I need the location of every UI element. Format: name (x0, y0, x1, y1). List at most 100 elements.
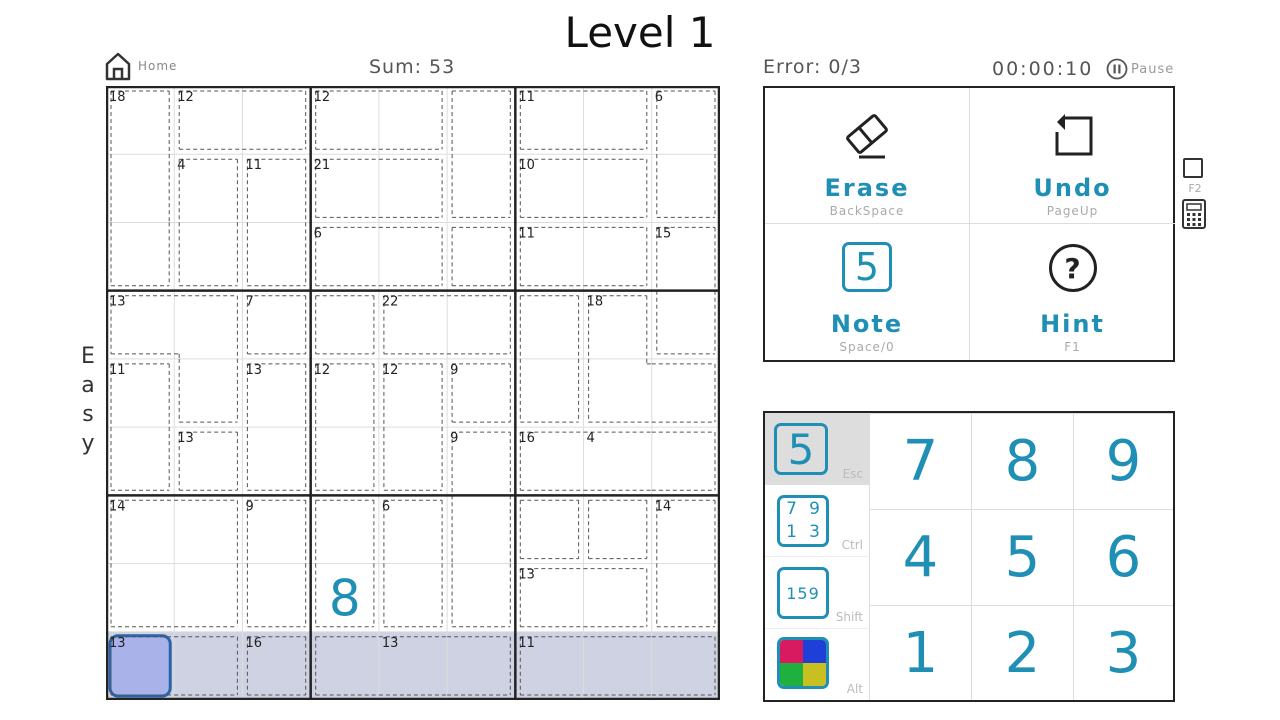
erase-label: Erase (824, 174, 910, 202)
difficulty-letter: E (81, 344, 95, 369)
alt-shortcut-label: Alt (846, 682, 863, 696)
digit-6-button[interactable]: 6 (1073, 509, 1173, 605)
cage-sum: 7 (245, 295, 253, 310)
cage-sum: 12 (314, 90, 331, 105)
home-label: Home (138, 59, 178, 73)
timer: 00:00:10 (992, 58, 1094, 80)
digit-1-button[interactable]: 1 (869, 605, 971, 700)
color-mode-icon (777, 637, 829, 689)
ctrl-shortcut-label: Ctrl (841, 538, 863, 552)
normal-mode-icon: 5 (774, 423, 828, 475)
color-mode-button[interactable]: Alt (765, 629, 869, 700)
difficulty-letter: y (81, 431, 95, 456)
pause-label: Pause (1131, 61, 1175, 77)
undo-shortcut: PageUp (1046, 204, 1099, 218)
candidate-mode-button[interactable]: 7 9 1 3 Ctrl (765, 485, 869, 557)
row-highlight (106, 631, 720, 700)
hint-button[interactable]: ? Hint F1 (970, 224, 1175, 360)
cage-sum: 22 (382, 295, 399, 310)
multi-mode-button[interactable]: 159 Shift (765, 557, 869, 629)
cage-sum: 12 (382, 363, 399, 378)
cage-sum: 11 (518, 226, 535, 241)
cage-sum: 11 (245, 158, 262, 173)
normal-mode-button[interactable]: 5 Esc (765, 413, 869, 485)
digit-7-button[interactable]: 7 (869, 413, 971, 509)
digit-9-button[interactable]: 9 (1073, 413, 1173, 509)
color-swatch (780, 640, 803, 663)
color-swatch (803, 640, 826, 663)
board-border (106, 86, 720, 700)
candidate-digit: 9 (809, 499, 820, 519)
candidate-digit: 1 (786, 522, 797, 542)
color-swatch (803, 663, 826, 686)
cage-sum: 13 (382, 636, 399, 651)
digit-4-button[interactable]: 4 (869, 509, 971, 605)
cage-sum: 13 (177, 431, 194, 446)
f2-shortcut-label: F2 (1188, 182, 1202, 195)
sudoku-board[interactable]: 18 12 12 11 6 4 11 21 10 6 11 15 13 7 22 18 11 13 12 12 9 13 9… (106, 86, 720, 700)
digit-5-button[interactable]: 5 (971, 509, 1073, 605)
cage-sum: 13 (518, 568, 535, 583)
number-pad: 5 Esc 7 9 1 3 Ctrl 159 Shift Alt 7 8 9 4… (763, 411, 1175, 702)
toggle-square-button[interactable] (1183, 158, 1203, 178)
cage-sum: 16 (245, 636, 262, 651)
page-title: Level 1 (564, 8, 716, 57)
cage-sum: 4 (587, 431, 595, 446)
cage-sum: 9 (245, 499, 253, 514)
undo-label: Undo (1033, 174, 1112, 202)
cage-sum: 12 (314, 363, 331, 378)
note-shortcut: Space/0 (839, 340, 895, 354)
cage-sum: 6 (314, 226, 322, 241)
cage-sum: 6 (655, 90, 663, 105)
cage-sum: 13 (109, 636, 126, 651)
cage-sum: 13 (245, 363, 262, 378)
hint-label: Hint (1040, 310, 1105, 338)
cage-sum: 16 (518, 431, 535, 446)
cage-sum: 21 (314, 158, 331, 173)
multi-mode-icon: 159 (777, 567, 829, 619)
candidate-mode-icon: 7 9 1 3 (777, 495, 829, 547)
digit-8-button[interactable]: 8 (971, 413, 1073, 509)
note-button[interactable]: 5 Note Space/0 (765, 224, 970, 360)
digit-3-button[interactable]: 3 (1073, 605, 1173, 700)
cage-sum: 12 (177, 90, 194, 105)
cage-sum: 18 (109, 90, 126, 105)
pause-button[interactable]: Pause (1106, 58, 1174, 80)
esc-shortcut-label: Esc (842, 467, 863, 481)
eraser-icon (846, 114, 888, 159)
home-icon (105, 52, 131, 81)
shift-shortcut-label: Shift (835, 610, 863, 624)
cage-outline (110, 90, 716, 696)
home-button[interactable]: Home (104, 50, 177, 82)
color-swatch (780, 663, 803, 686)
cage-sum: 11 (109, 363, 126, 378)
candidate-digit: 3 (809, 522, 820, 542)
sum-display: Sum: 53 (369, 56, 456, 78)
cage-sum: 9 (450, 431, 458, 446)
cage-sum: 15 (655, 226, 672, 241)
calculator-icon[interactable] (1181, 198, 1207, 230)
difficulty-label: E a s y (78, 342, 98, 458)
undo-button[interactable]: Undo PageUp (970, 88, 1175, 224)
cage-sum: 4 (177, 158, 185, 173)
note-icon: 5 (842, 242, 892, 292)
cage-sum: 18 (587, 295, 604, 310)
undo-icon (1055, 114, 1092, 156)
erase-button[interactable]: Erase BackSpace (765, 88, 970, 224)
hint-icon: ? (1048, 244, 1097, 292)
erase-shortcut: BackSpace (829, 204, 905, 218)
cell-value: 8 (329, 570, 361, 628)
tool-panel: Erase BackSpace Undo PageUp 5 Note Space… (763, 86, 1175, 362)
cage-sum: 11 (518, 90, 535, 105)
hint-shortcut: F1 (1064, 340, 1081, 354)
cage-sum: 10 (518, 158, 535, 173)
cage-sum: 11 (518, 636, 535, 651)
digit-2-button[interactable]: 2 (971, 605, 1073, 700)
cage-sum: 9 (450, 363, 458, 378)
candidate-digit: 7 (786, 499, 797, 519)
cage-sum: 14 (109, 499, 126, 514)
board-grid[interactable]: 18 12 12 11 6 4 11 21 10 6 11 15 13 7 22 18 11 13 12 12 9 13 9… (106, 86, 720, 700)
cage-sum: 14 (655, 499, 672, 514)
difficulty-letter: s (82, 402, 94, 427)
pause-icon (1106, 58, 1128, 80)
